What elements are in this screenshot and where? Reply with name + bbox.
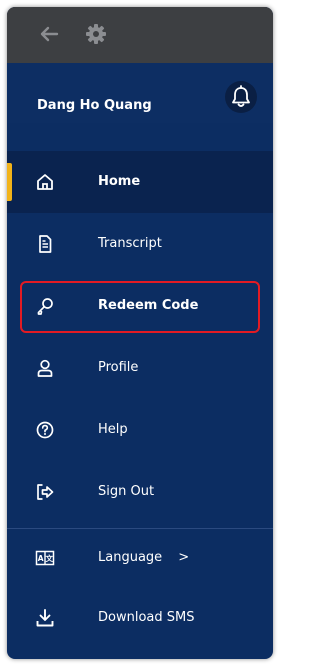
side-menu-panel: Dang Ho Quang Home Transcript Redeem Cod… [7, 7, 273, 659]
notifications-button[interactable] [225, 81, 257, 113]
menu-item-transcript[interactable]: Transcript [7, 213, 273, 275]
menu-item-sign-out[interactable]: Sign Out [7, 461, 273, 523]
download-icon [35, 608, 55, 628]
menu-item-help[interactable]: Help [7, 399, 273, 461]
document-icon [35, 234, 55, 254]
menu-item-label: Help [98, 422, 128, 437]
bell-icon [232, 85, 250, 107]
menu-item-label: Download SMS [98, 610, 195, 625]
menu-item-label: Transcript [98, 236, 162, 251]
menu-item-language[interactable]: A 文 Language > [7, 529, 273, 587]
arrow-left-icon[interactable] [36, 21, 62, 47]
menu-item-label: Language > [98, 529, 189, 587]
menu-item-home[interactable]: Home [7, 151, 273, 213]
menu-item-redeem-code[interactable]: Redeem Code [7, 275, 273, 337]
menu-item-label: Profile [98, 360, 139, 375]
chevron-right-icon: > [178, 550, 190, 565]
sign-out-icon [35, 482, 55, 502]
active-indicator [7, 163, 12, 201]
menu-item-label: Redeem Code [98, 298, 199, 313]
key-icon [35, 296, 55, 316]
menu-item-download-sms[interactable]: Download SMS [7, 587, 273, 649]
help-circle-icon [35, 420, 55, 440]
language-label: Language [98, 550, 163, 565]
user-icon [35, 358, 55, 378]
home-icon [35, 172, 55, 192]
user-name: Dang Ho Quang [37, 98, 152, 113]
svg-text:文: 文 [46, 553, 54, 563]
menu-item-label: Home [98, 174, 141, 189]
top-toolbar [7, 7, 273, 63]
gear-icon[interactable] [83, 21, 109, 47]
user-header: Dang Ho Quang [7, 63, 273, 123]
language-icon: A 文 [35, 548, 55, 568]
menu-item-profile[interactable]: Profile [7, 337, 273, 399]
svg-text:A: A [38, 554, 44, 563]
menu-item-label: Sign Out [98, 484, 155, 499]
